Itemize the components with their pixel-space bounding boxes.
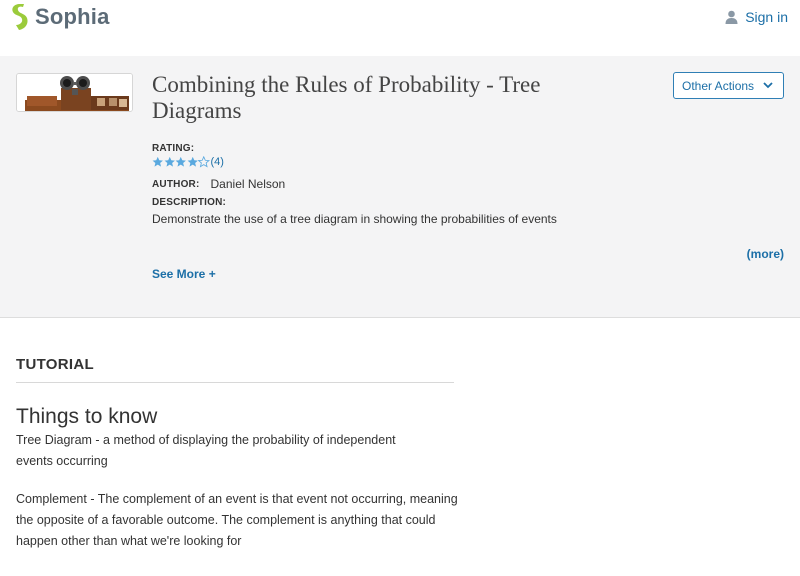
site-header: Sophia Sign in	[0, 0, 800, 56]
title-line-2: Diagrams	[152, 98, 242, 123]
star-icon	[152, 156, 163, 167]
description-label: DESCRIPTION:	[152, 197, 227, 208]
paragraph-line: Complement - The complement of an event …	[16, 492, 458, 506]
sophia-s-logo-icon	[12, 4, 28, 30]
sign-in-link[interactable]: Sign in	[725, 9, 788, 25]
rating[interactable]: (4)	[152, 156, 224, 168]
paragraph-complement: Complement - The complement of an event …	[16, 489, 466, 552]
chevron-down-icon	[763, 82, 773, 89]
resource-title: Combining the Rules of Probability - Tre…	[152, 72, 652, 124]
tutorial-section-label: TUTORIAL	[16, 356, 94, 373]
sign-in-label: Sign in	[745, 9, 788, 25]
title-line-1: Combining the Rules of Probability - Tre…	[152, 72, 541, 97]
star-icon	[198, 156, 210, 168]
more-link[interactable]: (more)	[747, 247, 784, 261]
author-label: AUTHOR:	[152, 178, 200, 190]
user-icon	[725, 10, 738, 24]
rating-label: RATING:	[152, 143, 195, 154]
tutorial-heading: Things to know	[16, 405, 158, 428]
author-name: Daniel Nelson	[210, 177, 286, 191]
resource-panel: Combining the Rules of Probability - Tre…	[0, 56, 800, 318]
brand-name: Sophia	[35, 4, 110, 29]
star-icon	[164, 156, 175, 167]
see-more-link[interactable]: See More +	[152, 267, 216, 281]
author: AUTHOR: Daniel Nelson	[152, 177, 285, 191]
paragraph-line: happen other than what we're looking for	[16, 534, 242, 548]
other-actions-button[interactable]: Other Actions	[673, 72, 784, 99]
rating-count[interactable]: (4)	[211, 156, 224, 168]
star-icon	[175, 156, 186, 167]
other-actions-label: Other Actions	[682, 78, 755, 93]
rating-stars	[152, 156, 210, 168]
star-icon	[187, 156, 198, 167]
paragraph-line: events occurring	[16, 454, 108, 468]
section-divider	[16, 382, 454, 383]
resource-thumbnail[interactable]	[16, 73, 133, 112]
paragraph-line: Tree Diagram - a method of displaying th…	[16, 433, 396, 447]
robot-thumbnail-image	[17, 74, 132, 111]
description-text: Demonstrate the use of a tree diagram in…	[152, 212, 557, 226]
sophia-logo[interactable]: Sophia	[10, 3, 110, 31]
paragraph-tree-diagram: Tree Diagram - a method of displaying th…	[16, 430, 466, 472]
paragraph-line: the opposite of a favorable outcome. The…	[16, 513, 436, 527]
